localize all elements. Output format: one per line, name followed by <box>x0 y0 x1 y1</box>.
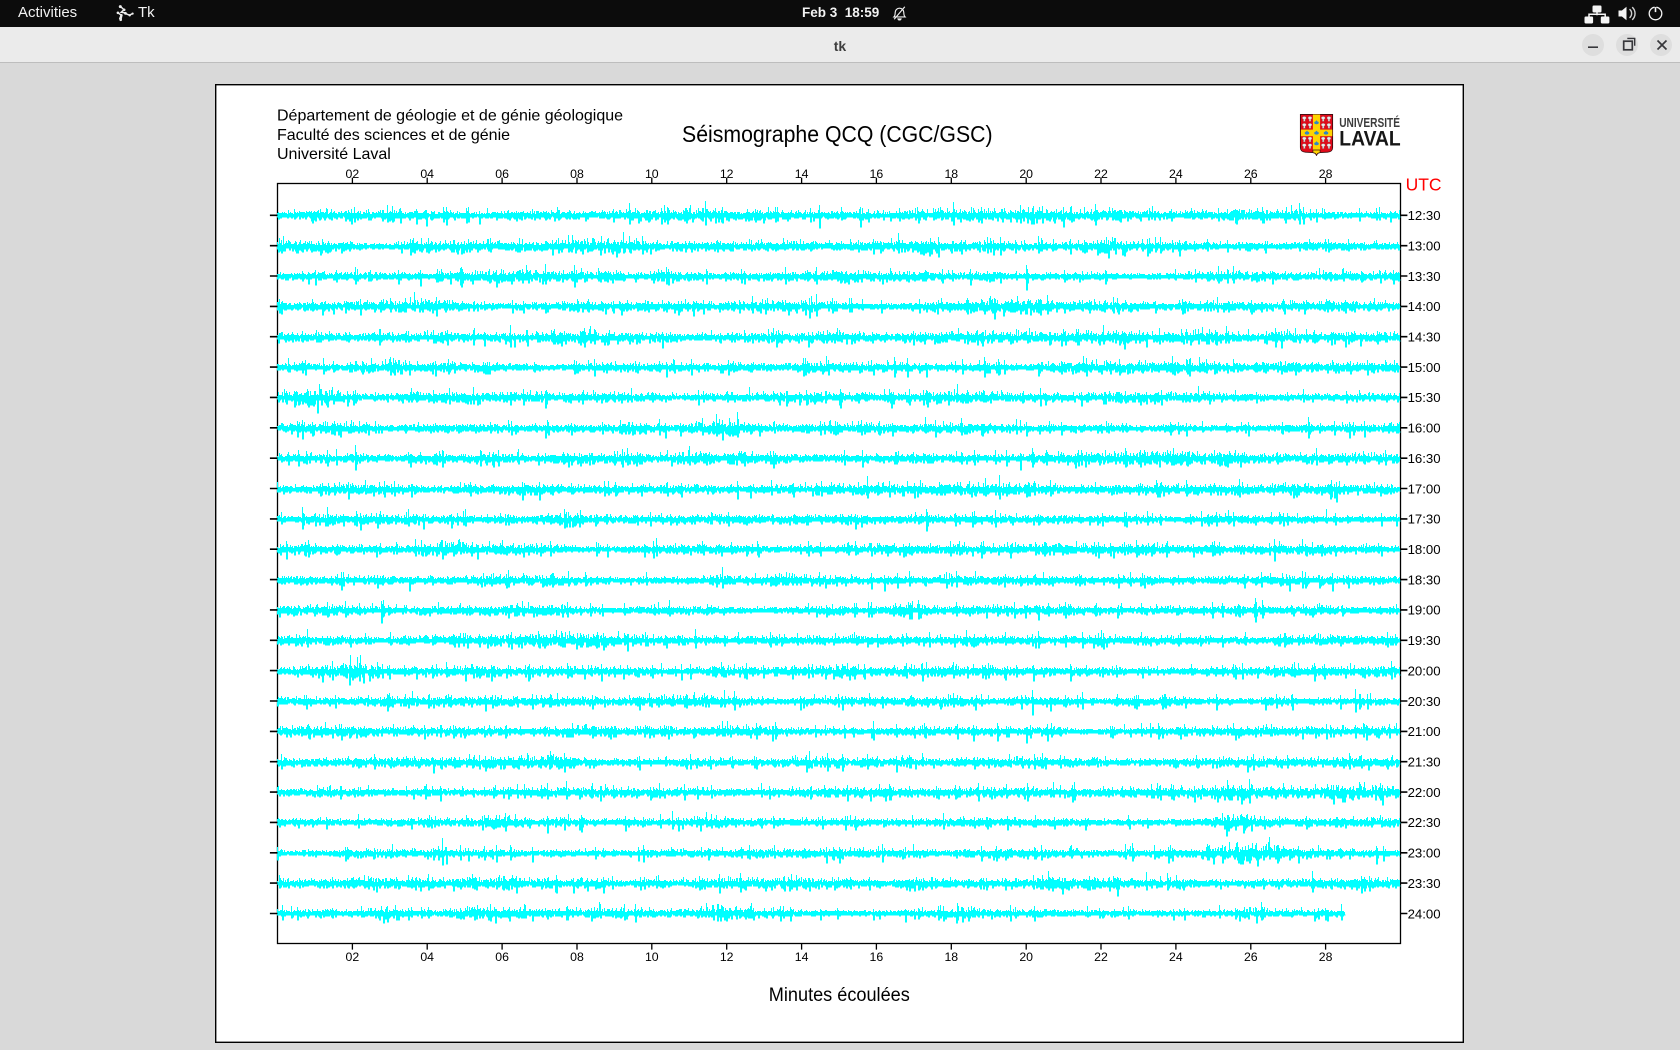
svg-text:24: 24 <box>1169 167 1183 181</box>
svg-text:12: 12 <box>720 950 734 964</box>
svg-text:14:00: 14:00 <box>1408 299 1441 314</box>
svg-text:26: 26 <box>1244 167 1258 181</box>
svg-text:28: 28 <box>1319 167 1333 181</box>
svg-text:04: 04 <box>420 950 434 964</box>
svg-text:08: 08 <box>570 950 584 964</box>
svg-text:17:00: 17:00 <box>1408 481 1441 496</box>
svg-text:18:30: 18:30 <box>1408 572 1441 587</box>
svg-text:20:00: 20:00 <box>1408 663 1441 678</box>
svg-text:24:00: 24:00 <box>1408 906 1441 921</box>
svg-text:02: 02 <box>346 167 360 181</box>
svg-text:14:30: 14:30 <box>1408 330 1441 345</box>
svg-text:24: 24 <box>1169 950 1183 964</box>
svg-text:16:30: 16:30 <box>1408 451 1441 466</box>
svg-text:19:30: 19:30 <box>1408 633 1441 648</box>
svg-text:12:30: 12:30 <box>1408 208 1441 223</box>
svg-text:26: 26 <box>1244 950 1258 964</box>
svg-text:20:30: 20:30 <box>1408 694 1441 709</box>
svg-text:12: 12 <box>720 167 734 181</box>
svg-text:14: 14 <box>795 950 809 964</box>
svg-text:22: 22 <box>1094 950 1108 964</box>
svg-text:Séismographe QCQ (CGC/GSC): Séismographe QCQ (CGC/GSC) <box>682 121 993 147</box>
svg-text:06: 06 <box>495 950 509 964</box>
svg-text:20: 20 <box>1019 167 1033 181</box>
svg-text:04: 04 <box>420 167 434 181</box>
svg-text:21:30: 21:30 <box>1408 755 1441 770</box>
svg-text:Minutes écoulées: Minutes écoulées <box>769 985 910 1006</box>
svg-text:21:00: 21:00 <box>1408 724 1441 739</box>
svg-text:18: 18 <box>944 167 958 181</box>
svg-text:28: 28 <box>1319 950 1333 964</box>
svg-text:13:00: 13:00 <box>1408 239 1441 254</box>
svg-text:10: 10 <box>645 950 659 964</box>
svg-text:23:00: 23:00 <box>1408 846 1441 861</box>
svg-text:10: 10 <box>645 167 659 181</box>
svg-text:17:30: 17:30 <box>1408 512 1441 527</box>
svg-text:23:30: 23:30 <box>1408 876 1441 891</box>
svg-text:14: 14 <box>795 167 809 181</box>
svg-text:15:30: 15:30 <box>1408 390 1441 405</box>
svg-text:Département de géologie et de: Département de géologie et de génie géol… <box>277 108 623 125</box>
svg-text:08: 08 <box>570 167 584 181</box>
svg-text:15:00: 15:00 <box>1408 360 1441 375</box>
svg-text:18: 18 <box>944 950 958 964</box>
svg-text:16: 16 <box>870 167 884 181</box>
svg-text:Université Laval: Université Laval <box>277 146 391 163</box>
svg-text:18:00: 18:00 <box>1408 542 1441 557</box>
svg-text:Faculté des sciences et de gén: Faculté des sciences et de génie <box>277 127 510 144</box>
svg-text:06: 06 <box>495 167 509 181</box>
svg-text:19:00: 19:00 <box>1408 603 1441 618</box>
svg-text:22:00: 22:00 <box>1408 785 1441 800</box>
svg-text:16:00: 16:00 <box>1408 421 1441 436</box>
svg-text:LAVAL: LAVAL <box>1339 126 1400 150</box>
svg-text:UTC: UTC <box>1406 175 1442 195</box>
svg-text:22:30: 22:30 <box>1408 815 1441 830</box>
svg-text:02: 02 <box>346 950 360 964</box>
svg-text:13:30: 13:30 <box>1408 269 1441 284</box>
svg-text:20: 20 <box>1019 950 1033 964</box>
svg-text:22: 22 <box>1094 167 1108 181</box>
svg-text:16: 16 <box>870 950 884 964</box>
